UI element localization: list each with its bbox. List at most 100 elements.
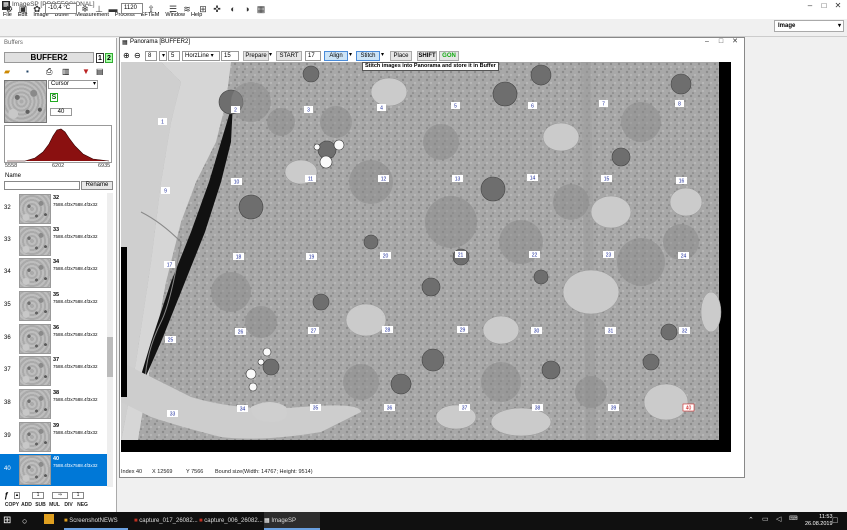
chevron-down-icon: ▾ — [92, 81, 96, 87]
field-b[interactable]: 5 — [168, 51, 180, 61]
field-a[interactable]: 8 — [145, 51, 157, 61]
close-button[interactable]: ✕ — [831, 0, 845, 11]
list-item[interactable]: 35 35 7588.4f3x7588.4f3x32 — [0, 290, 107, 322]
network-icon[interactable]: ▭ — [762, 515, 769, 523]
zoom-in-icon[interactable]: ⊕ — [123, 51, 130, 61]
function-icon[interactable]: ƒ — [4, 491, 8, 500]
histogram — [4, 125, 112, 163]
item-index: 37 — [4, 367, 11, 373]
stitch-tooltip: Stitch images into Panorama and store it… — [362, 62, 499, 71]
delete-icon[interactable]: ▥ — [62, 67, 70, 76]
shift-button[interactable]: SHIFT — [417, 51, 437, 61]
minimize-button[interactable]: – — [803, 0, 817, 11]
name-input[interactable] — [4, 181, 80, 190]
mul-button[interactable]: MUL — [49, 501, 60, 510]
lock-icon[interactable]: ▤ — [96, 67, 104, 76]
gon-button[interactable]: GON — [439, 51, 459, 61]
buffer-name[interactable]: BUFFER2 — [4, 52, 94, 63]
align-chevron-icon[interactable]: ▾ — [349, 51, 352, 61]
probe-icon[interactable]: ⊥ — [93, 2, 105, 15]
layers-icon[interactable]: ≋ — [181, 2, 193, 15]
import-icon[interactable]: ▼ — [82, 67, 90, 76]
place-button[interactable]: Place — [390, 51, 412, 61]
field-a-stepper[interactable]: ▾ — [159, 51, 167, 61]
stepper-field[interactable]: 1 — [32, 492, 44, 499]
sub-button[interactable]: SUB — [35, 501, 46, 510]
pano-close-button[interactable]: ✕ — [728, 37, 742, 47]
add-button[interactable]: ADD — [21, 501, 32, 510]
maximize-button[interactable]: □ — [817, 0, 831, 11]
rename-button[interactable]: Rename — [81, 181, 113, 190]
tool-select[interactable]: Cursor ▾ — [48, 80, 98, 89]
contrast-icon[interactable]: ◐ — [227, 2, 239, 15]
align-button[interactable]: Align — [324, 51, 348, 61]
volume-icon[interactable]: ◁ — [776, 515, 781, 523]
level-field[interactable]: 40 — [50, 108, 72, 116]
list-item[interactable]: 36 36 7588.4f3x7588.4f3x32 — [0, 323, 107, 355]
windows-start-icon[interactable]: ⊞ — [3, 515, 11, 527]
list-scroll-thumb[interactable] — [107, 337, 113, 377]
stepper-up[interactable]: ▴ — [14, 492, 20, 499]
search-icon[interactable]: ○ — [22, 515, 27, 527]
prepare-chevron-icon[interactable]: ▾ — [269, 51, 272, 61]
neg-button[interactable]: NEG — [77, 501, 88, 510]
file-explorer-icon[interactable] — [44, 514, 54, 524]
stitch-chevron-icon[interactable]: ▾ — [381, 51, 384, 61]
stack-icon[interactable]: ☰ — [167, 2, 179, 15]
taskbar-item-capture-006[interactable]: ■ capture_006_26082... — [199, 512, 263, 530]
fill-icon[interactable]: ▬ — [107, 2, 119, 15]
item-index: 38 — [4, 400, 11, 406]
list-item[interactable]: 39 39 7588.4f3x7588.4f3x32 — [0, 421, 107, 453]
pano-minimize-button[interactable]: – — [700, 37, 714, 47]
folder-icon[interactable]: ▰ — [4, 67, 10, 76]
taskbar-item-imagesp[interactable]: ▦ ImageSP — [264, 512, 320, 530]
target-icon[interactable]: ✜ — [211, 2, 223, 15]
chevron-up-icon[interactable]: ⌃ — [748, 516, 754, 524]
list-item-selected[interactable]: 40 40 7588.4f3x7588.4f3x32 — [0, 454, 107, 486]
copy-button[interactable]: COPY — [4, 501, 20, 510]
target-field[interactable]: 1 — [72, 492, 84, 499]
buffer-badge-2[interactable]: 2 — [105, 53, 113, 63]
count-field[interactable]: 15 — [221, 51, 239, 61]
stepper-arrow[interactable]: ⇒ — [52, 492, 68, 499]
list-item[interactable]: 32 32 7588.4f3x7588.4f3x32 — [0, 193, 107, 225]
clock[interactable]: 11:53 26.08.2019 — [805, 514, 833, 528]
grid-icon[interactable]: ⊞ — [197, 2, 209, 15]
list-item[interactable]: 34 34 7588.4f3x7588.4f3x32 — [0, 257, 107, 289]
up-icon[interactable]: ⇧ — [145, 2, 157, 15]
start-number-field[interactable]: 17 — [305, 51, 321, 61]
div-button[interactable]: DIV — [63, 501, 74, 510]
start-button[interactable]: START — [276, 51, 302, 61]
temperature-field[interactable]: -10,4 °C — [45, 3, 77, 14]
print-icon[interactable]: ⎙ — [46, 67, 52, 77]
item-label: 35 — [53, 292, 60, 298]
zoom-out-icon[interactable]: ⊖ — [134, 51, 141, 61]
halftone-icon[interactable]: ◑ — [241, 2, 253, 15]
notifications-icon[interactable]: ▢ — [832, 516, 839, 524]
taskbar-item-screenshotnews[interactable]: ■ ScreenshotNEWS — [64, 512, 128, 530]
list-item[interactable]: 33 33 7588.4f3x7588.4f3x32 — [0, 225, 107, 257]
chevron-down-icon: ▾ — [837, 23, 841, 29]
save-icon[interactable]: ▪ — [26, 67, 29, 76]
pano-maximize-button[interactable]: □ — [714, 37, 728, 47]
tile-label: 39 — [608, 404, 619, 412]
item-index: 36 — [4, 335, 11, 341]
prepare-button[interactable]: Prepare — [243, 51, 269, 61]
pattern-icon[interactable]: ▦ — [255, 2, 267, 15]
gear-icon[interactable]: ✿ — [31, 2, 43, 15]
taskbar-item-capture-017[interactable]: ■ capture_017_26082... — [134, 512, 198, 530]
microscope-icon[interactable]: ⚙ — [3, 2, 15, 15]
language-icon[interactable]: ⌨ — [789, 515, 798, 522]
svg-text:10: 10 — [234, 180, 240, 186]
s-toggle[interactable]: S — [50, 93, 58, 102]
buffer-badge-1[interactable]: 1 — [96, 53, 104, 63]
view-select[interactable]: Image ▾ — [774, 20, 844, 32]
stitch-button[interactable]: Stitch — [356, 51, 380, 61]
list-item[interactable]: 38 38 7588.4f3x7588.4f3x32 — [0, 388, 107, 420]
percent-field[interactable]: 1120 — [121, 3, 143, 14]
camera-icon[interactable]: ▣ — [17, 2, 29, 15]
svg-text:24: 24 — [681, 254, 687, 260]
list-item[interactable]: 37 37 7588.4f3x7588.4f3x32 — [0, 355, 107, 387]
direction-select[interactable]: HorzLine ▾ — [182, 51, 220, 61]
snow-icon[interactable]: ❄ — [79, 2, 91, 15]
